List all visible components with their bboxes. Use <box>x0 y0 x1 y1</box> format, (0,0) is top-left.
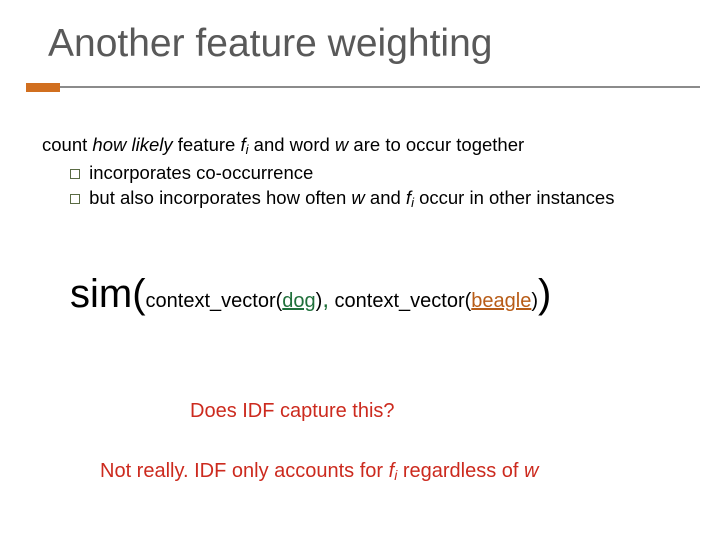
word-dog: dog <box>282 290 315 312</box>
text: are to occur together <box>348 134 524 155</box>
text: feature <box>173 134 241 155</box>
square-bullet-icon <box>70 169 80 179</box>
text: incorporates co-occurrence <box>84 162 313 183</box>
context-vector-label: context_vector( <box>146 290 283 312</box>
body-text: count how likely feature fi and word w a… <box>42 133 690 212</box>
body-sub-1: incorporates co-occurrence <box>70 161 690 185</box>
question-text: Does IDF capture this? <box>190 400 395 423</box>
word-beagle: beagle <box>471 290 531 312</box>
w: w <box>351 187 364 208</box>
w: w <box>524 460 538 482</box>
text: regardless of <box>397 460 524 482</box>
paren-close: ) <box>531 290 538 312</box>
text: and word <box>249 134 335 155</box>
accent-bar <box>0 81 720 93</box>
text: occur in other instances <box>414 187 615 208</box>
sim-expression: sim(context_vector(dog), context_vector(… <box>70 272 700 317</box>
accent-orange-block <box>26 83 60 92</box>
slide: Another feature weighting count how like… <box>0 0 720 540</box>
answer-text: Not really. IDF only accounts for fi reg… <box>100 460 539 483</box>
w: w <box>335 134 348 155</box>
context-vector-label: context_vector( <box>335 290 472 312</box>
body-line-1: count how likely feature fi and word w a… <box>42 133 690 159</box>
slide-title: Another feature weighting <box>48 22 492 66</box>
text-italic: how likely <box>92 134 172 155</box>
text: and <box>365 187 406 208</box>
paren-close-outer: ) <box>538 272 551 316</box>
text: count <box>42 134 92 155</box>
body-sub-2: but also incorporates how often w and fi… <box>70 186 690 212</box>
comma: , <box>322 286 329 313</box>
text: Not really. IDF only accounts for <box>100 460 389 482</box>
accent-grey-line <box>60 86 700 88</box>
text: but also incorporates how often <box>84 187 351 208</box>
sim-func: sim( <box>70 272 146 316</box>
square-bullet-icon <box>70 194 80 204</box>
